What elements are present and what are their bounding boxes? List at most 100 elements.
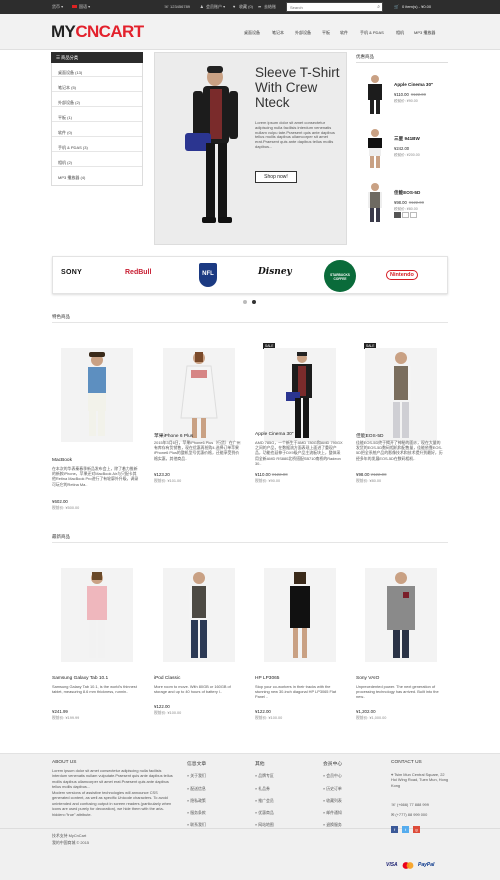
nav-item-components[interactable]: 外部设备	[295, 30, 311, 36]
currency-selector[interactable]: 货币 ▾	[52, 4, 63, 10]
product-name[interactable]: Apple Cinema 30"	[255, 432, 294, 437]
category-item[interactable]: 平板 (1)	[52, 111, 142, 122]
brand-logo-sony[interactable]: SONY	[61, 269, 82, 276]
footer-link[interactable]: » 服务条款	[187, 810, 206, 816]
product-image[interactable]	[61, 348, 133, 442]
product-price: ¥1,202.00	[356, 709, 376, 714]
brand-logo-redbull[interactable]: RedBull	[125, 269, 151, 276]
product-image[interactable]	[364, 128, 386, 168]
product-name[interactable]: 苹果iPhone 6 Plus	[154, 432, 193, 439]
special-product[interactable]: 三星 941BW ¥242.00 税前价: ¥200.00	[356, 122, 448, 176]
nav-item-tablets[interactable]: 平板	[322, 30, 330, 36]
logo[interactable]: MYCNCART	[51, 22, 144, 42]
footer-link[interactable]: » 推广会员	[255, 798, 274, 804]
footer-link[interactable]: » 优惠商品	[255, 810, 274, 816]
footer-link-label[interactable]: 配送信息	[190, 786, 206, 791]
footer-link[interactable]: » 配送信息	[187, 786, 206, 792]
carousel-dot-active[interactable]	[252, 300, 256, 304]
product-image[interactable]	[364, 74, 386, 114]
category-item[interactable]: 笔记本 (5)	[52, 81, 142, 92]
nav-item-laptops[interactable]: 笔记本	[272, 30, 284, 36]
account-link[interactable]: 会员账户 ▾	[206, 4, 225, 10]
footer-link[interactable]: » 品牌专区	[255, 773, 274, 779]
search-icon[interactable]: ⌕	[377, 4, 380, 10]
product-name[interactable]: iPod Classic	[154, 676, 180, 681]
product-name[interactable]: 佳能EOS-5D	[356, 432, 383, 439]
footer-link[interactable]: » 历史订单	[323, 786, 342, 792]
nav-item-desktops[interactable]: 桌面设备	[244, 30, 260, 36]
footer-link-label[interactable]: 品牌专区	[258, 773, 274, 778]
product-name[interactable]: HP LP3065	[255, 676, 279, 681]
footer-link[interactable]: » 关于我们	[187, 773, 206, 779]
google-plus-icon[interactable]: g	[413, 826, 420, 833]
price-old: ¥122.00	[370, 472, 387, 477]
carousel-dot[interactable]	[243, 300, 247, 304]
footer-link-label[interactable]: 推广会员	[258, 798, 274, 803]
nav-item-software[interactable]: 软件	[340, 30, 348, 36]
brand-logo-nfl[interactable]: NFL	[199, 263, 217, 287]
wishlist-button[interactable]	[402, 212, 409, 218]
product-name[interactable]: Apple Cinema 30"	[394, 82, 433, 87]
category-item[interactable]: 外部设备 (2)	[52, 96, 142, 107]
footer-link-label[interactable]: 网站地图	[258, 822, 274, 827]
nav-item-mp3[interactable]: MP3 播放器	[414, 30, 435, 36]
footer-link-label[interactable]: 会员中心	[326, 773, 342, 778]
footer-link-label[interactable]: 退换服务	[326, 822, 342, 827]
language-selector[interactable]: 国语 ▾	[79, 4, 90, 10]
product-name[interactable]: 三星 941BW	[394, 136, 420, 142]
product-image[interactable]	[264, 568, 336, 662]
special-product[interactable]: Apple Cinema 30" ¥110.00 ¥122.00 税前价: ¥90…	[356, 68, 448, 122]
product-image[interactable]	[364, 182, 386, 222]
product-name[interactable]: MacBook	[52, 458, 72, 463]
footer-link-label[interactable]: 邮件通知	[326, 810, 342, 815]
product-tax: 税前价: ¥90.00	[394, 99, 418, 103]
brand-logo-disney[interactable]: Disney	[258, 267, 292, 277]
footer-link[interactable]: » 邮件通知	[323, 810, 342, 816]
footer-link[interactable]: » 收藏列表	[323, 798, 342, 804]
search-input[interactable]	[287, 3, 367, 11]
brand-logo-nintendo[interactable]: Nintendo	[386, 270, 418, 280]
footer-link-label[interactable]: 历史订单	[326, 786, 342, 791]
shop-now-button[interactable]: Shop now!	[255, 171, 297, 183]
wishlist-link[interactable]: 收藏 (0)	[239, 4, 253, 10]
category-item[interactable]: 手机 & PDAS (3)	[52, 141, 142, 152]
category-item[interactable]: 桌面设备 (13)	[52, 66, 142, 77]
special-product[interactable]: 佳能EOS-5D ¥98.00 ¥122.00 税前价: ¥80.00	[356, 176, 448, 230]
checkout-link[interactable]: 去结账	[264, 4, 276, 10]
brand-logo-starbucks[interactable]: STARBUCKS COFFEE	[324, 260, 356, 292]
product-name[interactable]: Samsung Galaxy Tab 10.1	[52, 676, 108, 681]
product-image[interactable]	[163, 568, 235, 662]
footer-link-label[interactable]: 礼品券	[258, 786, 270, 791]
hero-banner[interactable]: Sleeve T-Shirt With Crew Nteck Lorem ips…	[154, 52, 347, 245]
category-item[interactable]: MP3 播放器 (4)	[52, 171, 142, 182]
cart-icon: 🛒	[394, 4, 399, 9]
footer-link-label[interactable]: 收藏列表	[326, 798, 342, 803]
product-image[interactable]	[264, 348, 336, 442]
product-image[interactable]	[61, 568, 133, 662]
footer-link-label[interactable]: 服务条款	[190, 810, 206, 815]
footer-link-label[interactable]: 优惠商品	[258, 810, 274, 815]
twitter-icon[interactable]: t	[402, 826, 409, 833]
facebook-icon[interactable]: f	[391, 826, 398, 833]
divider	[356, 62, 448, 63]
product-image[interactable]	[365, 568, 437, 662]
product-name[interactable]: 佳能EOS-5D	[394, 190, 420, 196]
user-icon: ♟	[200, 4, 204, 9]
nav-item-phones[interactable]: 手机 & PDAS	[360, 30, 384, 36]
footer-link-label[interactable]: 联系我们	[190, 822, 206, 827]
product-image[interactable]	[365, 348, 437, 442]
cart-button[interactable]: 0 item(s) - ¥0.00	[402, 4, 431, 9]
footer-link-label[interactable]: 隐私政策	[190, 798, 206, 803]
footer-link[interactable]: » 隐私政策	[187, 798, 206, 804]
compare-button[interactable]	[410, 212, 417, 218]
product-image[interactable]	[163, 348, 235, 442]
product-price: ¥110.00 ¥122.00	[255, 472, 288, 477]
product-name[interactable]: Sony VAIO	[356, 676, 379, 681]
nav-item-cameras[interactable]: 相机	[396, 30, 404, 36]
add-to-cart-button[interactable]	[394, 212, 401, 218]
footer-link[interactable]: » 礼品券	[255, 786, 270, 792]
category-item[interactable]: 软件 (0)	[52, 126, 142, 137]
footer-link-label[interactable]: 关于我们	[190, 773, 206, 778]
footer-link[interactable]: » 会员中心	[323, 773, 342, 779]
category-item[interactable]: 相机 (2)	[52, 156, 142, 167]
